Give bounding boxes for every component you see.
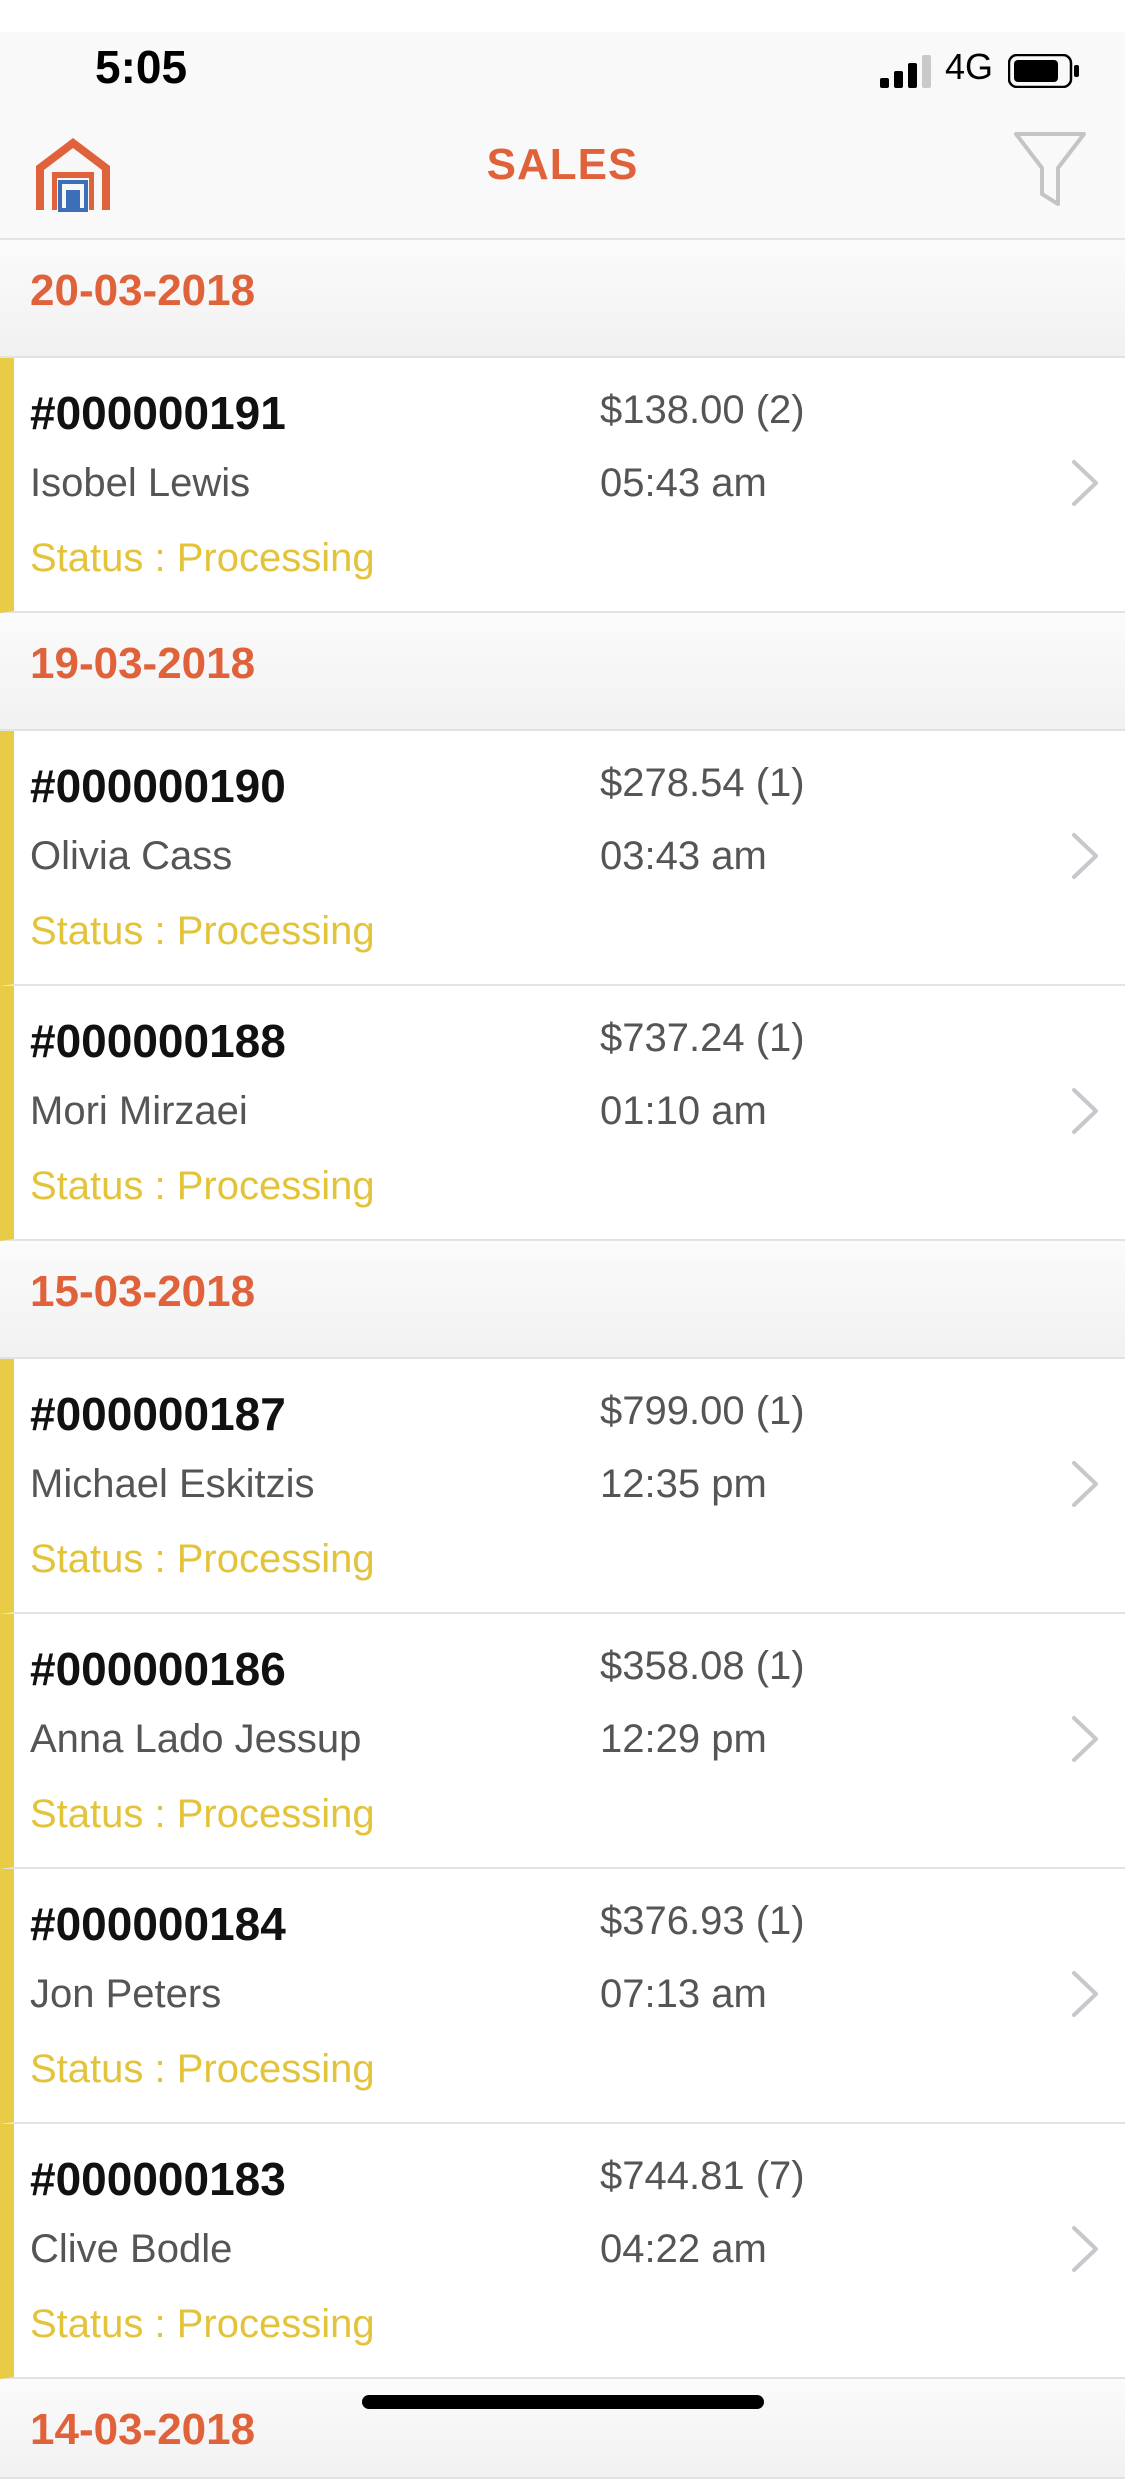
order-status: Status : Processing: [30, 2302, 375, 2346]
order-status: Status : Processing: [30, 536, 375, 580]
order-number: #000000191: [30, 387, 286, 439]
order-number: #000000183: [30, 2153, 286, 2205]
home-indicator: [362, 2395, 764, 2409]
customer-name: Michael Eskitzis: [30, 1462, 315, 1506]
order-time: 01:10 am: [600, 1089, 767, 1133]
order-status: Status : Processing: [30, 1792, 375, 1836]
chevron-right-icon: [1072, 460, 1098, 506]
order-amount: $278.54 (1): [600, 761, 805, 805]
nav-bar: SALES: [0, 120, 1125, 240]
order-row[interactable]: #000000186 Anna Lado Jessup Status : Proce…: [0, 1614, 1125, 1869]
order-time: 05:43 am: [600, 461, 767, 505]
chevron-right-icon: [1072, 1088, 1098, 1134]
order-number: #000000187: [30, 1388, 286, 1440]
order-number: #000000188: [30, 1015, 286, 1067]
order-time: 07:13 am: [600, 1972, 767, 2016]
customer-name: Isobel Lewis: [30, 461, 251, 505]
section-date: 14-03-2018: [30, 2405, 256, 2454]
order-amount: $737.24 (1): [600, 1016, 805, 1060]
customer-name: Anna Lado Jessup: [30, 1717, 362, 1761]
order-number: #000000186: [30, 1643, 286, 1695]
order-row[interactable]: #000000190 Olivia Cass Status : Processing…: [0, 731, 1125, 986]
order-status: Status : Processing: [30, 1537, 375, 1581]
order-amount: $799.00 (1): [600, 1389, 805, 1433]
order-row[interactable]: #000000187 Michael Eskitzis Status : Proce…: [0, 1359, 1125, 1614]
chevron-right-icon: [1072, 833, 1098, 879]
chevron-right-icon: [1072, 1971, 1098, 2017]
battery-icon: [1008, 54, 1079, 88]
order-number: #000000184: [30, 1898, 286, 1950]
chevron-right-icon: [1072, 2226, 1098, 2272]
date-section-header: 15-03-2018: [0, 1241, 1125, 1359]
date-section-header: 14-03-2018: [0, 2379, 1125, 2479]
order-row[interactable]: #000000191 Isobel Lewis Status : Processin…: [0, 358, 1125, 613]
filter-funnel-icon[interactable]: [1012, 128, 1088, 210]
order-amount: $138.00 (2): [600, 388, 805, 432]
customer-name: Olivia Cass: [30, 834, 233, 878]
order-time: 03:43 am: [600, 834, 767, 878]
order-row[interactable]: #000000183 Clive Bodle Status : Processing…: [0, 2124, 1125, 2379]
order-time: 12:29 pm: [600, 1717, 767, 1761]
order-time: 04:22 am: [600, 2227, 767, 2271]
order-row[interactable]: #000000188 Mori Mirzaei Status : Processin…: [0, 986, 1125, 1241]
page-title: SALES: [486, 140, 639, 189]
section-date: 19-03-2018: [30, 639, 256, 688]
order-amount: $358.08 (1): [600, 1644, 805, 1688]
order-row[interactable]: #000000184 Jon Peters Status : Processing $…: [0, 1869, 1125, 2124]
date-section-header: 20-03-2018: [0, 240, 1125, 358]
status-bar: 5:05 4G: [0, 0, 1125, 120]
order-amount: $376.93 (1): [600, 1899, 805, 1943]
order-status: Status : Processing: [30, 909, 375, 953]
section-date: 15-03-2018: [30, 1267, 256, 1316]
sales-list[interactable]: 20-03-2018 #000000191 Isobel Lewis Status :…: [0, 240, 1125, 2479]
order-status: Status : Processing: [30, 2047, 375, 2091]
network-type: 4G: [945, 46, 994, 87]
date-section-header: 19-03-2018: [0, 613, 1125, 731]
customer-name: Clive Bodle: [30, 2227, 233, 2271]
customer-name: Jon Peters: [30, 1972, 222, 2016]
order-time: 12:35 pm: [600, 1462, 767, 1506]
section-date: 20-03-2018: [30, 266, 256, 315]
chevron-right-icon: [1072, 1461, 1098, 1507]
order-number: #000000190: [30, 760, 286, 812]
status-time: 5:05: [95, 41, 188, 93]
customer-name: Mori Mirzaei: [30, 1089, 248, 1133]
order-status: Status : Processing: [30, 1164, 375, 1208]
order-amount: $744.81 (7): [600, 2154, 805, 2198]
signal-strength-icon: [880, 55, 931, 88]
chevron-right-icon: [1072, 1716, 1098, 1762]
